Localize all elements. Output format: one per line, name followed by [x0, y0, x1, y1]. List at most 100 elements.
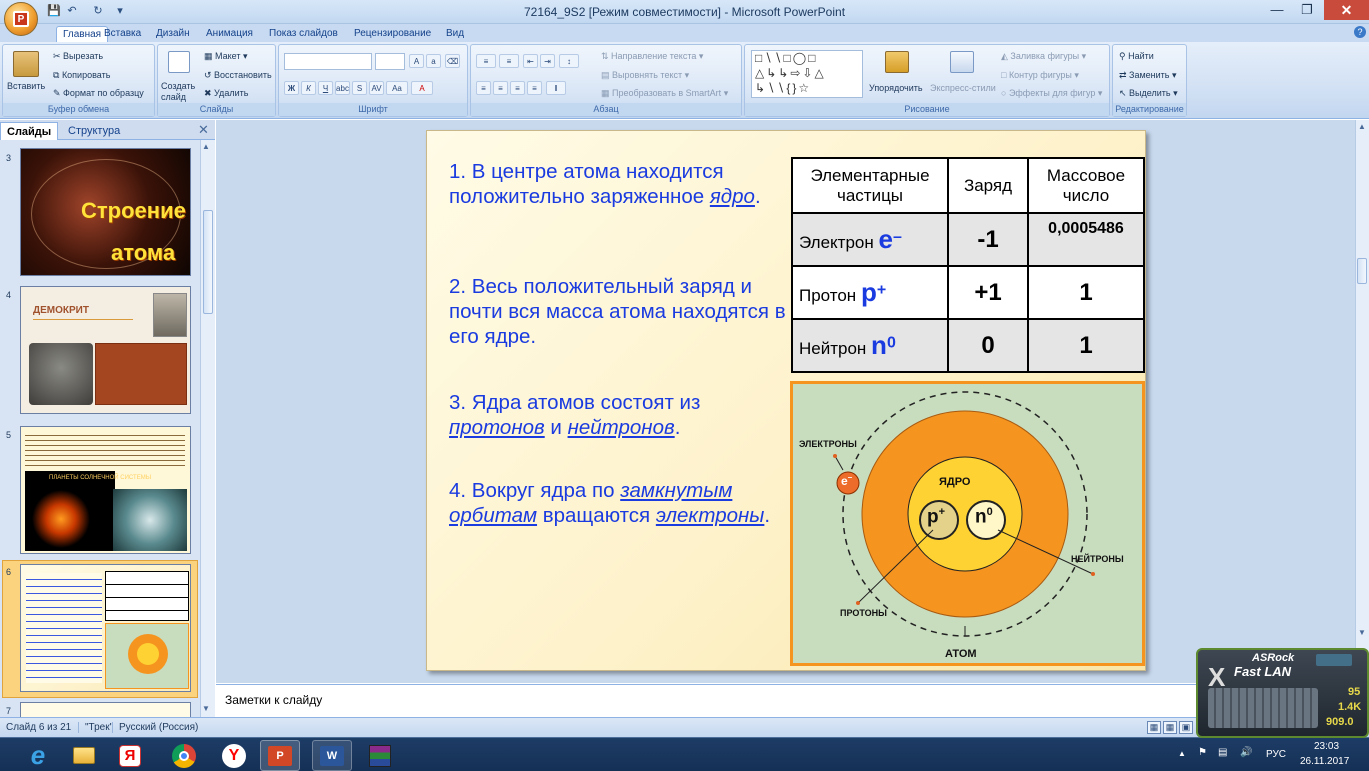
grow-font-icon[interactable]: A — [409, 54, 424, 68]
slide-thumbnail-6[interactable] — [20, 564, 191, 692]
shape-outline-button[interactable]: □ Контур фигуры ▾ — [1001, 70, 1079, 81]
format-painter-button[interactable]: ✎ Формат по образцу — [53, 88, 144, 99]
slide-thumbnail-7[interactable] — [20, 702, 191, 717]
shadow-icon[interactable]: S — [352, 81, 367, 95]
new-slide-button[interactable]: Создать слайд — [161, 81, 201, 103]
clock-date[interactable]: 26.11.2017 — [1300, 756, 1349, 767]
case-icon[interactable]: Aa — [386, 81, 408, 95]
maximize-button[interactable]: ❐ — [1292, 0, 1322, 20]
tab-slideshow[interactable]: Показ слайдов — [263, 26, 344, 42]
delete-slide-button[interactable]: ✖ Удалить — [204, 88, 248, 99]
close-button[interactable]: ✕ — [1324, 0, 1369, 20]
shapes-gallery[interactable]: □∖∖□◯□ △↳↳⇨⇩△ ↳∖∖{}☆ — [751, 50, 863, 98]
smartart-button[interactable]: ▦ Преобразовать в SmartArt ▾ — [601, 88, 728, 99]
arrange-button[interactable]: Упорядочить — [869, 83, 923, 93]
flag-icon[interactable]: ⚑ — [1198, 747, 1207, 758]
font-name-combo[interactable] — [284, 53, 372, 70]
font-size-combo[interactable] — [375, 53, 405, 70]
indent-inc-icon[interactable]: ⇥ — [540, 54, 555, 68]
smartart-icon: ▦ — [601, 88, 613, 98]
text-direction-button[interactable]: ⇅ Направление текста ▾ — [601, 51, 703, 62]
copy-button[interactable]: ⧉ Копировать — [53, 70, 110, 81]
cut-button[interactable]: ✂ Вырезать — [53, 51, 103, 62]
asrock-lan-widget[interactable]: ASRock Fast LAN X 95 1.4K 909.0 — [1196, 648, 1369, 738]
tab-insert[interactable]: Вставка — [98, 26, 147, 42]
volume-icon[interactable]: 🔊 — [1240, 747, 1252, 758]
language-tray[interactable]: РУС — [1266, 749, 1286, 760]
select-button[interactable]: ↖ Выделить ▾ — [1119, 88, 1178, 99]
editor-scrollbar[interactable]: ▲ ▼ — [1355, 120, 1369, 683]
shrink-font-icon[interactable]: a — [426, 54, 441, 68]
align-right-icon[interactable]: ≡ — [510, 81, 525, 95]
align-center-icon[interactable]: ≡ — [493, 81, 508, 95]
font-color-icon[interactable]: A — [411, 81, 433, 95]
undo-icon[interactable]: ↶ — [64, 4, 80, 19]
network-icon[interactable]: ▤ — [1218, 747, 1227, 758]
line-spacing-icon[interactable]: ↕ — [559, 54, 579, 68]
thumb-number: 4 — [6, 290, 12, 300]
indent-dec-icon[interactable]: ⇤ — [523, 54, 538, 68]
slide[interactable]: 1. В центре атома находится положительно… — [426, 130, 1146, 671]
scroll-thumb[interactable] — [1357, 258, 1367, 284]
justify-icon[interactable]: ≡ — [527, 81, 542, 95]
quick-styles-button[interactable]: Экспресс-стили — [930, 83, 996, 93]
widget-controls[interactable] — [1316, 654, 1352, 666]
yandex-browser-icon[interactable]: Я — [110, 740, 150, 771]
scroll-down-icon[interactable]: ▼ — [202, 704, 210, 713]
shape-effects-button[interactable]: ○ Эффекты для фигур ▾ — [1001, 88, 1102, 99]
tray-expand-icon[interactable]: ▲ — [1178, 749, 1186, 758]
slides-pane-scrollbar[interactable]: ▲ ▼ — [200, 140, 215, 717]
scroll-down-icon[interactable]: ▼ — [1358, 628, 1366, 637]
scroll-up-icon[interactable]: ▲ — [202, 142, 210, 151]
underline-icon[interactable]: Ч — [318, 81, 333, 95]
word-taskbar-icon[interactable]: W — [312, 740, 352, 771]
office-button[interactable]: P — [4, 2, 38, 36]
qat-dropdown-icon[interactable]: ▾ — [112, 4, 128, 19]
columns-icon[interactable]: ‖ — [546, 81, 566, 95]
clear-format-icon[interactable]: ⌫ — [445, 54, 460, 68]
language-indicator[interactable]: Русский (Россия) — [112, 722, 198, 733]
slide-thumbnail-3[interactable]: Строение атома — [20, 148, 191, 276]
replace-button[interactable]: ⇄ Заменить ▾ — [1119, 70, 1177, 81]
numbering-icon[interactable]: ≡ — [499, 54, 519, 68]
point-link-neutrons: нейтронов — [567, 416, 675, 439]
bold-icon[interactable]: Ж — [284, 81, 299, 95]
ie-icon[interactable]: e — [18, 740, 58, 771]
save-icon[interactable]: 💾 — [46, 4, 62, 19]
redo-icon[interactable]: ↻ — [90, 4, 106, 19]
powerpoint-taskbar-icon[interactable]: P — [260, 740, 300, 771]
tab-review[interactable]: Рецензирование — [348, 26, 437, 42]
bullet-point-2: 2. Весь положительный заряд и почти вся … — [449, 274, 789, 349]
slideshow-view-icon[interactable]: ▣ — [1179, 721, 1193, 734]
slide-thumbnail-5[interactable]: ПЛАНЕТЫ СОЛНЕЧНОЙ СИСТЕМЫ — [20, 426, 191, 554]
minimize-button[interactable]: — — [1262, 0, 1292, 20]
scroll-thumb[interactable] — [203, 210, 213, 314]
tab-slides[interactable]: Слайды — [0, 122, 59, 140]
slide-thumbnail-4[interactable]: ДЕМОКРИТ — [20, 286, 191, 414]
align-text-button[interactable]: ▤ Выровнять текст ▾ — [601, 70, 689, 81]
tab-outline[interactable]: Структура — [62, 122, 126, 140]
align-left-icon[interactable]: ≡ — [476, 81, 491, 95]
shape-fill-button[interactable]: ◭ Заливка фигуры ▾ — [1001, 51, 1086, 62]
normal-view-icon[interactable]: ▦ — [1147, 721, 1161, 734]
strike-icon[interactable]: abc — [335, 81, 350, 95]
clock-time[interactable]: 23:03 — [1314, 741, 1339, 752]
scroll-up-icon[interactable]: ▲ — [1358, 122, 1366, 131]
layout-button[interactable]: ▦ Макет ▾ — [204, 51, 248, 62]
file-explorer-icon[interactable] — [64, 740, 104, 771]
sorter-view-icon[interactable]: ▦ — [1163, 721, 1177, 734]
tab-design[interactable]: Дизайн — [150, 26, 196, 42]
close-pane-icon[interactable]: ✕ — [198, 122, 209, 138]
spacing-icon[interactable]: AV — [369, 81, 384, 95]
italic-icon[interactable]: К — [301, 81, 316, 95]
archiver-icon[interactable] — [360, 740, 400, 771]
find-button[interactable]: ⚲ Найти — [1119, 51, 1154, 62]
bullets-icon[interactable]: ≡ — [476, 54, 496, 68]
paste-button[interactable]: Вставить — [7, 81, 45, 91]
reset-button[interactable]: ↺ Восстановить — [204, 70, 272, 81]
help-icon[interactable]: ? — [1354, 26, 1366, 38]
chrome-icon[interactable] — [164, 740, 204, 771]
tab-view[interactable]: Вид — [440, 26, 470, 42]
tab-animation[interactable]: Анимация — [200, 26, 259, 42]
yandex-icon[interactable]: Y — [214, 740, 254, 771]
